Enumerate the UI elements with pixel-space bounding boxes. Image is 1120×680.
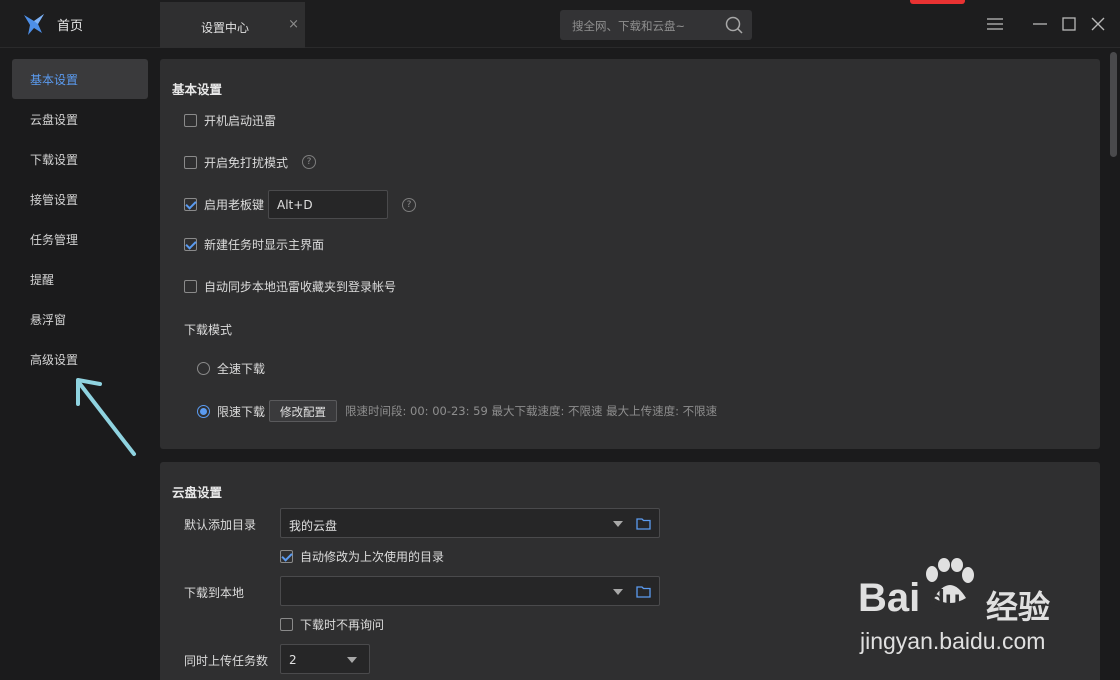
upload-tasks-label: 同时上传任务数 (184, 654, 269, 668)
watermark-du: du (929, 584, 961, 614)
menu-icon[interactable] (985, 14, 1005, 34)
bosskey-checkbox[interactable] (184, 198, 197, 211)
upload-tasks-select[interactable]: 2 (280, 644, 370, 674)
folder-icon[interactable] (636, 517, 651, 530)
option-label: 自动同步本地迅雷收藏夹到登录帐号 (204, 279, 397, 294)
show-main-option[interactable]: 新建任务时显示主界面 (184, 234, 324, 254)
sidebar-item-reminder[interactable]: 提醒 (12, 259, 148, 299)
minimize-icon[interactable] (1030, 14, 1050, 34)
sidebar-item-basic[interactable]: 基本设置 (12, 59, 148, 99)
limited-speed-radio[interactable] (197, 404, 210, 418)
sidebar-item-tasks[interactable]: 任务管理 (12, 219, 148, 259)
no-ask-option[interactable]: 下载时不再询问 (280, 614, 384, 634)
limited-speed-option[interactable]: 限速下载 修改配置 限速时间段: 00: 00-23: 59 最大下载速度: 不… (197, 399, 717, 423)
download-local-label: 下载到本地 (184, 586, 245, 600)
panel-title: 云盘设置 (172, 485, 223, 500)
full-speed-radio[interactable] (197, 361, 210, 375)
panel-title: 基本设置 (172, 82, 223, 97)
auto-modify-checkbox[interactable] (280, 549, 293, 563)
close-icon[interactable] (1088, 14, 1108, 34)
sidebar-item-cloud[interactable]: 云盘设置 (12, 99, 148, 139)
search-box[interactable]: 搜全网、下载和云盘~ (560, 10, 752, 40)
help-icon[interactable]: ? (302, 155, 317, 169)
dnd-checkbox[interactable] (184, 155, 197, 169)
annotation-arrow-icon (76, 378, 136, 456)
autostart-option[interactable]: 开机启动迅雷 (184, 110, 276, 130)
search-icon[interactable] (725, 16, 743, 34)
basic-settings-panel: 基本设置 开机启动迅雷 开启免打扰模式 ? 启用老板键 Alt+D ? 新建任务… (160, 59, 1100, 449)
tab-label: 设置中心 (201, 21, 250, 35)
sync-favorites-checkbox[interactable] (184, 279, 197, 293)
option-label: 限速下载 (217, 404, 266, 419)
dnd-option[interactable]: 开启免打扰模式 ? (184, 152, 317, 172)
select-value: 我的云盘 (289, 519, 338, 533)
download-local-select[interactable] (280, 576, 660, 606)
folder-icon[interactable] (636, 585, 651, 598)
chevron-down-icon[interactable] (347, 657, 357, 663)
default-dir-select[interactable]: 我的云盘 (280, 508, 660, 538)
sidebar-item-takeover[interactable]: 接管设置 (12, 179, 148, 219)
sync-favorites-option[interactable]: 自动同步本地迅雷收藏夹到登录帐号 (184, 276, 396, 296)
show-main-checkbox[interactable] (184, 237, 197, 251)
option-label: 新建任务时显示主界面 (204, 237, 325, 252)
download-mode-label: 下载模式 (184, 323, 233, 337)
option-label: 开启免打扰模式 (204, 155, 289, 170)
sidebar-item-download[interactable]: 下载设置 (12, 139, 148, 179)
full-speed-option[interactable]: 全速下载 (197, 358, 265, 378)
tab-settings-center[interactable]: 设置中心 × (160, 2, 305, 48)
chevron-down-icon[interactable] (613, 521, 623, 527)
chevron-down-icon[interactable] (613, 589, 623, 595)
sidebar-item-floating[interactable]: 悬浮窗 (12, 299, 148, 339)
option-label: 自动修改为上次使用的目录 (300, 549, 445, 564)
title-bar: 首页 设置中心 × 搜全网、下载和云盘~ (0, 0, 1120, 48)
watermark-url: jingyan.baidu.com (860, 628, 1046, 654)
option-label: 下载时不再询问 (300, 617, 385, 632)
home-label[interactable]: 首页 (57, 15, 83, 34)
modify-config-button[interactable]: 修改配置 (269, 400, 338, 422)
option-label: 全速下载 (217, 361, 266, 376)
default-dir-label: 默认添加目录 (184, 518, 257, 532)
bosskey-hotkey-input[interactable]: Alt+D (268, 190, 389, 219)
thunder-logo-icon[interactable] (22, 11, 48, 37)
option-label: 启用老板键 (204, 198, 265, 212)
no-ask-checkbox[interactable] (280, 617, 293, 631)
search-input[interactable]: 搜全网、下载和云盘~ (572, 18, 685, 34)
maximize-icon[interactable] (1059, 14, 1079, 34)
bosskey-option[interactable]: 启用老板键 Alt+D ? (184, 190, 417, 219)
scrollbar-thumb[interactable] (1110, 52, 1117, 157)
watermark-brand: Bai (858, 576, 921, 620)
baidu-jingyan-watermark: Bai du 经验 jingyan.baidu.com (858, 556, 1068, 660)
speed-limit-info: 限速时间段: 00: 00-23: 59 最大下载速度: 不限速 最大上传速度:… (345, 404, 718, 418)
select-value: 2 (289, 653, 297, 667)
auto-modify-option[interactable]: 自动修改为上次使用的目录 (280, 546, 444, 566)
watermark-cn: 经验 (986, 589, 1051, 625)
autostart-checkbox[interactable] (184, 113, 197, 127)
help-icon[interactable]: ? (402, 197, 417, 212)
sidebar: 基本设置 云盘设置 下载设置 接管设置 任务管理 提醒 悬浮窗 高级设置 (0, 48, 160, 680)
notification-marker (910, 0, 965, 4)
tab-close-icon[interactable]: × (288, 17, 299, 32)
option-label: 开机启动迅雷 (204, 113, 277, 128)
